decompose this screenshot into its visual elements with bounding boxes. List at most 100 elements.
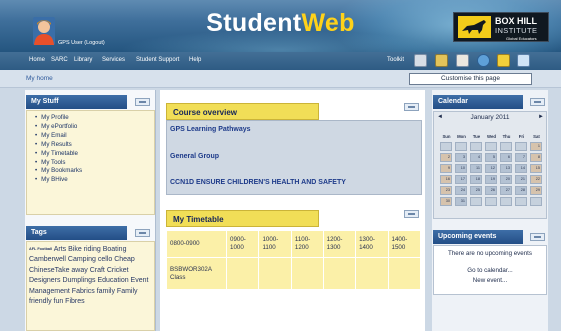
class-cell[interactable]: BSBWOR302A Class xyxy=(166,257,227,290)
my-stuff-link[interactable]: My Tools xyxy=(35,159,82,168)
calendar-day-cell[interactable]: 20 xyxy=(500,175,512,184)
calendar-day-cell[interactable]: 10 xyxy=(455,164,467,173)
calendar-day-cell[interactable]: 4 xyxy=(470,153,482,162)
calendar-day-cell[interactable]: 18 xyxy=(470,175,482,184)
pen-icon[interactable] xyxy=(435,54,448,67)
calendar-empty-cell xyxy=(500,197,512,206)
time-slot-header: 1100- 1200 xyxy=(290,230,324,258)
calendar-day-cell[interactable]: 31 xyxy=(455,197,467,206)
calendar-day-cell[interactable]: 23 xyxy=(440,186,452,195)
calendar-weekday-label: Fri xyxy=(518,134,525,139)
calendar-day-cell[interactable]: 25 xyxy=(470,186,482,195)
time-slot-header: 1200- 1300 xyxy=(322,230,357,258)
course-link[interactable]: General Group xyxy=(170,153,219,160)
nav-library[interactable]: Library xyxy=(74,57,92,63)
logo-tagline: Global Educators xyxy=(506,36,537,41)
calendar-day-cell[interactable]: 15 xyxy=(530,164,542,173)
calendar-day-cell[interactable]: 19 xyxy=(485,175,497,184)
time-slot-header: 1000- 1100 xyxy=(258,230,292,258)
course-overview-collapse-icon[interactable] xyxy=(404,103,419,111)
calendar-day-cell[interactable]: 16 xyxy=(440,175,452,184)
calendar-day-cell[interactable]: 17 xyxy=(455,175,467,184)
calendar-day-cell[interactable]: 3 xyxy=(455,153,467,162)
timetable-title: My Timetable xyxy=(166,210,319,227)
calendar-day-cell[interactable]: 29 xyxy=(530,186,542,195)
calendar-day-cell[interactable]: 24 xyxy=(455,186,467,195)
customise-page-button[interactable]: Customise this page xyxy=(409,73,532,85)
timetable-cell xyxy=(290,257,324,290)
course-link[interactable]: CCN1D ENSURE CHILDREN'S HEALTH AND SAFET… xyxy=(170,179,346,186)
calendar-day-cell[interactable]: 9 xyxy=(440,164,452,173)
calendar-day-cell[interactable]: 5 xyxy=(485,153,497,162)
timetable-collapse-icon[interactable] xyxy=(404,210,419,218)
timetable-cell xyxy=(258,257,292,290)
calendar-empty-cell xyxy=(485,142,497,151)
calendar-day-cell[interactable]: 28 xyxy=(515,186,527,195)
breadcrumb-home[interactable]: My home xyxy=(26,75,53,82)
calendar-empty-cell xyxy=(470,142,482,151)
calendar-day-cell[interactable]: 21 xyxy=(515,175,527,184)
time-slot-header: 0800-0900 xyxy=(166,230,227,258)
my-stuff-link[interactable]: My ePortfolio xyxy=(35,123,82,132)
user-logout-link[interactable]: GPS User (Logout) xyxy=(58,40,105,46)
calendar-day-cell[interactable]: 30 xyxy=(440,197,452,206)
calendar-day-cell[interactable]: 22 xyxy=(530,175,542,184)
nav-sarc[interactable]: SARC xyxy=(51,57,68,63)
calendar-day-cell[interactable]: 1 xyxy=(530,142,542,151)
calendar-icon[interactable] xyxy=(517,54,530,67)
timetable-cell xyxy=(322,257,357,290)
my-stuff-link[interactable]: My BHive xyxy=(35,176,82,185)
time-slot-header: 0900- 1000 xyxy=(225,230,260,258)
timetable-row: BSBWOR302A Class xyxy=(166,257,422,290)
calendar-empty-cell xyxy=(440,142,452,151)
calendar-empty-cell xyxy=(530,197,542,206)
calendar-day-cell[interactable]: 8 xyxy=(530,153,542,162)
calendar-day-cell[interactable]: 2 xyxy=(440,153,452,162)
course-link[interactable]: GPS Learning Pathways xyxy=(170,126,251,133)
calendar-day-cell[interactable]: 12 xyxy=(485,164,497,173)
tag-link[interactable]: AFL Football xyxy=(29,247,52,251)
tag-cloud: AFL Football Arts Bike riding Boating Ca… xyxy=(29,244,153,307)
pencil-icon[interactable] xyxy=(497,54,510,67)
my-stuff-link[interactable]: My Email xyxy=(35,132,82,141)
globe-icon[interactable] xyxy=(477,54,490,67)
nav-student-support[interactable]: Student Support xyxy=(136,57,179,63)
nav-home[interactable]: Home xyxy=(29,57,45,63)
goto-calendar-link[interactable]: Go to calendar... xyxy=(433,267,547,274)
new-event-link[interactable]: New event... xyxy=(433,277,547,284)
timetable-grid: 0800-0900 0900- 1000 1000- 1100 1100- 12… xyxy=(166,230,422,290)
calendar-day-cell[interactable]: 27 xyxy=(500,186,512,195)
calendar-day-cell[interactable]: 11 xyxy=(470,164,482,173)
calendar-empty-cell xyxy=(515,197,527,206)
my-stuff-link[interactable]: My Bookmarks xyxy=(35,167,82,176)
my-stuff-collapse-icon[interactable] xyxy=(135,98,150,106)
upcoming-events-collapse-icon[interactable] xyxy=(530,233,545,241)
no-events-text: There are no upcoming events xyxy=(448,250,532,257)
nav-help[interactable]: Help xyxy=(189,57,201,63)
tag-links[interactable]: Arts Bike riding Boating Camberwell Camp… xyxy=(29,246,148,305)
nav-services[interactable]: Services xyxy=(102,57,125,63)
document-icon[interactable] xyxy=(456,54,469,67)
calendar-day-cell[interactable]: 6 xyxy=(500,153,512,162)
calendar-next-button[interactable]: ► xyxy=(538,114,544,120)
my-stuff-link[interactable]: My Profile xyxy=(35,114,82,123)
calendar-weekday-label: Sun xyxy=(442,134,451,139)
timetable-cell xyxy=(225,257,260,290)
calendar-empty-cell xyxy=(455,142,467,151)
calendar-title: Calendar xyxy=(433,95,523,109)
calendar-weekday-label: Thu xyxy=(502,134,511,139)
calendar-day-cell[interactable]: 13 xyxy=(500,164,512,173)
calendar-weekday-label: Wed xyxy=(487,134,496,139)
notebook-icon[interactable] xyxy=(414,54,427,67)
timetable-cell xyxy=(355,257,389,290)
my-stuff-link[interactable]: My Results xyxy=(35,141,82,150)
calendar-month-label: January 2011 xyxy=(470,114,510,121)
my-stuff-link[interactable]: My Timetable xyxy=(35,150,82,159)
institute-logo[interactable]: BOX HILL INSTITUTE Global Educators xyxy=(453,12,549,42)
tags-collapse-icon[interactable] xyxy=(135,229,150,237)
calendar-day-cell[interactable]: 7 xyxy=(515,153,527,162)
my-stuff-list: My Profile My ePortfolio My Email My Res… xyxy=(35,114,82,185)
calendar-day-cell[interactable]: 26 xyxy=(485,186,497,195)
calendar-day-cell[interactable]: 14 xyxy=(515,164,527,173)
calendar-collapse-icon[interactable] xyxy=(530,98,545,106)
